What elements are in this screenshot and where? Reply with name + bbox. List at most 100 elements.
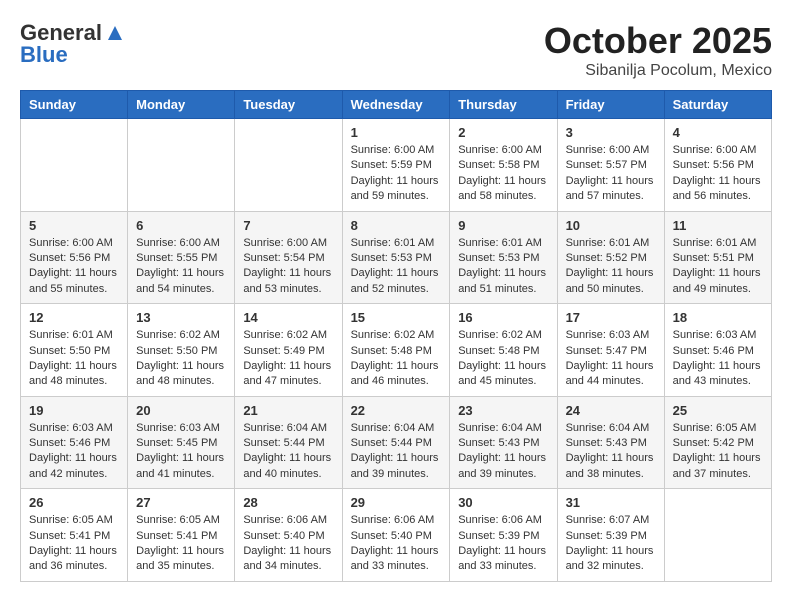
day-info: Sunrise: 6:00 AM Sunset: 5:56 PM Dayligh… [29,236,119,298]
month-title: October 2025 [544,20,772,62]
day-cell [235,119,342,212]
day-number: 29 [351,495,442,510]
day-cell: 27 Sunrise: 6:05 AM Sunset: 5:41 PM Dayli… [128,489,235,582]
day-info: Sunrise: 6:03 AM Sunset: 5:46 PM Dayligh… [673,328,763,390]
day-info: Sunrise: 6:05 AM Sunset: 5:41 PM Dayligh… [29,513,119,575]
day-info: Sunrise: 6:01 AM Sunset: 5:50 PM Dayligh… [29,328,119,390]
day-info: Sunrise: 6:04 AM Sunset: 5:43 PM Dayligh… [458,421,548,483]
day-number: 5 [29,218,119,233]
weekday-header-monday: Monday [128,91,235,119]
day-cell [664,489,771,582]
day-cell: 15 Sunrise: 6:02 AM Sunset: 5:48 PM Dayli… [342,304,450,397]
day-info: Sunrise: 6:02 AM Sunset: 5:48 PM Dayligh… [351,328,442,390]
day-info: Sunrise: 6:01 AM Sunset: 5:53 PM Dayligh… [458,236,548,298]
day-info: Sunrise: 6:00 AM Sunset: 5:54 PM Dayligh… [243,236,333,298]
day-cell: 30Sunrise: 6:06 AM Sunset: 5:39 PM Dayli… [450,489,557,582]
day-cell: 11 Sunrise: 6:01 AM Sunset: 5:51 PM Dayli… [664,211,771,304]
day-number: 31 [566,495,656,510]
day-cell: 14 Sunrise: 6:02 AM Sunset: 5:49 PM Dayli… [235,304,342,397]
day-cell: 4Sunrise: 6:00 AM Sunset: 5:56 PM Daylig… [664,119,771,212]
day-number: 15 [351,310,442,325]
day-cell: 6 Sunrise: 6:00 AM Sunset: 5:55 PM Daylig… [128,211,235,304]
day-info: Sunrise: 6:03 AM Sunset: 5:45 PM Dayligh… [136,421,226,483]
day-info: Sunrise: 6:00 AM Sunset: 5:57 PM Dayligh… [566,143,656,205]
week-row-1: 1 Sunrise: 6:00 AM Sunset: 5:59 PM Daylig… [21,119,772,212]
day-number: 19 [29,403,119,418]
day-number: 13 [136,310,226,325]
day-cell [21,119,128,212]
day-number: 20 [136,403,226,418]
day-info: Sunrise: 6:05 AM Sunset: 5:42 PM Dayligh… [673,421,763,483]
day-cell: 2Sunrise: 6:00 AM Sunset: 5:58 PM Daylig… [450,119,557,212]
weekday-header-sunday: Sunday [21,91,128,119]
day-number: 8 [351,218,442,233]
day-number: 18 [673,310,763,325]
day-cell: 17 Sunrise: 6:03 AM Sunset: 5:47 PM Dayli… [557,304,664,397]
day-number: 10 [566,218,656,233]
day-number: 6 [136,218,226,233]
day-number: 24 [566,403,656,418]
day-number: 11 [673,218,763,233]
weekday-header-thursday: Thursday [450,91,557,119]
day-info: Sunrise: 6:00 AM Sunset: 5:55 PM Dayligh… [136,236,226,298]
day-cell: 24 Sunrise: 6:04 AM Sunset: 5:43 PM Dayli… [557,396,664,489]
day-info: Sunrise: 6:04 AM Sunset: 5:44 PM Dayligh… [351,421,442,483]
day-cell: 7 Sunrise: 6:00 AM Sunset: 5:54 PM Daylig… [235,211,342,304]
day-number: 26 [29,495,119,510]
day-number: 7 [243,218,333,233]
day-number: 12 [29,310,119,325]
location-subtitle: Sibanilja Pocolum, Mexico [544,62,772,80]
day-info: Sunrise: 6:06 AM Sunset: 5:40 PM Dayligh… [243,513,333,575]
day-cell [128,119,235,212]
calendar-table: SundayMondayTuesdayWednesdayThursdayFrid… [20,90,772,582]
day-cell: 9 Sunrise: 6:01 AM Sunset: 5:53 PM Daylig… [450,211,557,304]
day-cell: 21Sunrise: 6:04 AM Sunset: 5:44 PM Dayli… [235,396,342,489]
day-info: Sunrise: 6:00 AM Sunset: 5:59 PM Dayligh… [351,143,442,205]
week-row-5: 26 Sunrise: 6:05 AM Sunset: 5:41 PM Dayli… [21,489,772,582]
day-cell: 19 Sunrise: 6:03 AM Sunset: 5:46 PM Dayli… [21,396,128,489]
day-number: 3 [566,125,656,140]
day-cell: 12 Sunrise: 6:01 AM Sunset: 5:50 PM Dayli… [21,304,128,397]
day-cell: 31Sunrise: 6:07 AM Sunset: 5:39 PM Dayli… [557,489,664,582]
weekday-header-saturday: Saturday [664,91,771,119]
day-number: 23 [458,403,548,418]
day-cell: 10 Sunrise: 6:01 AM Sunset: 5:52 PM Dayli… [557,211,664,304]
day-info: Sunrise: 6:06 AM Sunset: 5:40 PM Dayligh… [351,513,442,575]
day-number: 1 [351,125,442,140]
day-number: 9 [458,218,548,233]
day-info: Sunrise: 6:00 AM Sunset: 5:56 PM Dayligh… [673,143,763,205]
day-cell: 16 Sunrise: 6:02 AM Sunset: 5:48 PM Dayli… [450,304,557,397]
day-cell: 1 Sunrise: 6:00 AM Sunset: 5:59 PM Daylig… [342,119,450,212]
day-number: 27 [136,495,226,510]
day-cell: 18 Sunrise: 6:03 AM Sunset: 5:46 PM Dayli… [664,304,771,397]
logo-icon [104,22,126,44]
day-info: Sunrise: 6:04 AM Sunset: 5:43 PM Dayligh… [566,421,656,483]
weekday-header-friday: Friday [557,91,664,119]
day-number: 14 [243,310,333,325]
day-cell: 25Sunrise: 6:05 AM Sunset: 5:42 PM Dayli… [664,396,771,489]
day-number: 16 [458,310,548,325]
day-info: Sunrise: 6:03 AM Sunset: 5:46 PM Dayligh… [29,421,119,483]
day-cell: 20 Sunrise: 6:03 AM Sunset: 5:45 PM Dayli… [128,396,235,489]
day-info: Sunrise: 6:01 AM Sunset: 5:51 PM Dayligh… [673,236,763,298]
day-info: Sunrise: 6:02 AM Sunset: 5:49 PM Dayligh… [243,328,333,390]
day-cell: 26 Sunrise: 6:05 AM Sunset: 5:41 PM Dayli… [21,489,128,582]
day-info: Sunrise: 6:02 AM Sunset: 5:50 PM Dayligh… [136,328,226,390]
day-cell: 28 Sunrise: 6:06 AM Sunset: 5:40 PM Dayli… [235,489,342,582]
day-number: 2 [458,125,548,140]
day-info: Sunrise: 6:01 AM Sunset: 5:53 PM Dayligh… [351,236,442,298]
weekday-header-tuesday: Tuesday [235,91,342,119]
day-cell: 29 Sunrise: 6:06 AM Sunset: 5:40 PM Dayli… [342,489,450,582]
day-info: Sunrise: 6:05 AM Sunset: 5:41 PM Dayligh… [136,513,226,575]
day-cell: 8 Sunrise: 6:01 AM Sunset: 5:53 PM Daylig… [342,211,450,304]
day-info: Sunrise: 6:02 AM Sunset: 5:48 PM Dayligh… [458,328,548,390]
day-number: 21 [243,403,333,418]
day-cell: 5 Sunrise: 6:00 AM Sunset: 5:56 PM Daylig… [21,211,128,304]
week-row-2: 5 Sunrise: 6:00 AM Sunset: 5:56 PM Daylig… [21,211,772,304]
day-info: Sunrise: 6:03 AM Sunset: 5:47 PM Dayligh… [566,328,656,390]
day-cell: 23 Sunrise: 6:04 AM Sunset: 5:43 PM Dayli… [450,396,557,489]
page-header: General Blue October 2025 Sibanilja Poco… [20,20,772,80]
day-number: 17 [566,310,656,325]
day-info: Sunrise: 6:01 AM Sunset: 5:52 PM Dayligh… [566,236,656,298]
day-number: 28 [243,495,333,510]
